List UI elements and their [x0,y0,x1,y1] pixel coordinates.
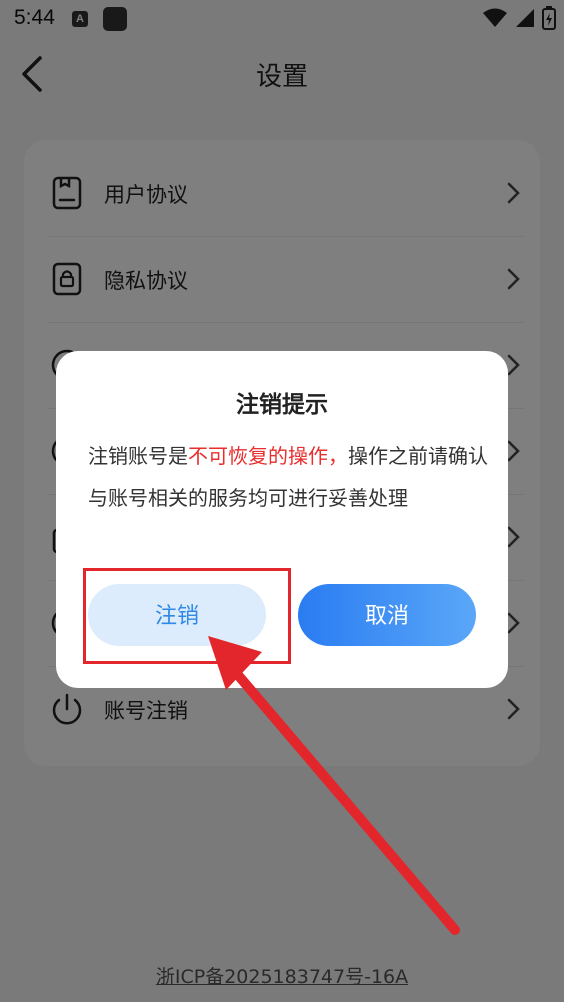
highlight-box [83,568,291,664]
cancel-button[interactable]: 取消 [298,584,476,646]
dialog-title: 注销提示 [236,392,328,418]
dialog-message-warning: 不可恢复的操作， [188,444,348,468]
dialog-message-prefix: 注销账号是 [88,444,188,468]
dialog-message: 注销账号是不可恢复的操作，操作之前请确认与账号相关的服务均可进行妥善处理 [88,435,488,519]
